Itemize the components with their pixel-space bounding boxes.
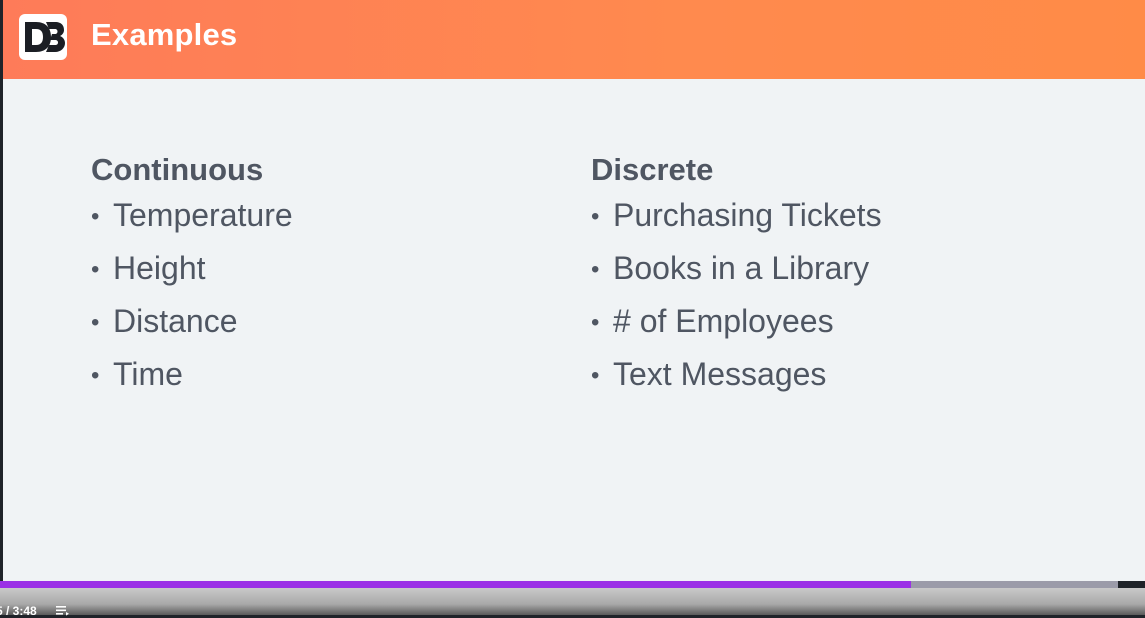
list-item-text: # of Employees [613, 303, 834, 339]
video-progress-bar[interactable] [0, 581, 1118, 588]
continuous-heading: Continuous [91, 152, 264, 187]
bullet-icon: • [591, 309, 600, 336]
list-item: • Purchasing Tickets [591, 192, 1051, 245]
discrete-column: Discrete • Purchasing Tickets • Books in a… [591, 148, 1051, 404]
video-player: Examples Continuous • Temperature • Height… [0, 0, 1145, 618]
list-item-text: Purchasing Tickets [613, 197, 882, 233]
list-item-text: Height [113, 250, 206, 286]
bullet-icon: • [591, 362, 600, 389]
bullet-icon: • [591, 256, 600, 283]
list-item: • Distance [91, 298, 551, 351]
continuous-list: • Temperature • Height • Distance • Time [91, 192, 551, 404]
list-item: • Books in a Library [591, 245, 1051, 298]
bullet-icon: • [91, 203, 100, 230]
player-control-bar: 5 / 3:48 [0, 588, 1145, 618]
slide-title: Examples [91, 17, 238, 52]
discrete-heading: Discrete [591, 152, 714, 187]
list-item-text: Time [113, 356, 183, 392]
bullet-icon: • [91, 362, 100, 389]
slide: Examples Continuous • Temperature • Height… [3, 0, 1145, 581]
discrete-list: • Purchasing Tickets • Books in a Library … [591, 192, 1051, 404]
d3-logo-icon [19, 14, 67, 60]
bullet-icon: • [591, 203, 600, 230]
list-item-text: Text Messages [613, 356, 827, 392]
list-item: • Time [91, 351, 551, 404]
list-item-text: Distance [113, 303, 238, 339]
list-item-text: Books in a Library [613, 250, 870, 286]
bullet-icon: • [91, 309, 100, 336]
list-item-text: Temperature [113, 197, 293, 233]
bullet-icon: • [91, 256, 100, 283]
slide-header: Examples [3, 0, 1145, 79]
time-readout: 5 / 3:48 [0, 604, 37, 618]
list-item: • # of Employees [591, 298, 1051, 351]
list-item: • Height [91, 245, 551, 298]
list-item: • Temperature [91, 192, 551, 245]
list-item: • Text Messages [591, 351, 1051, 404]
continuous-column: Continuous • Temperature • Height • Distanc… [91, 148, 551, 404]
video-progress-fill [0, 581, 911, 588]
